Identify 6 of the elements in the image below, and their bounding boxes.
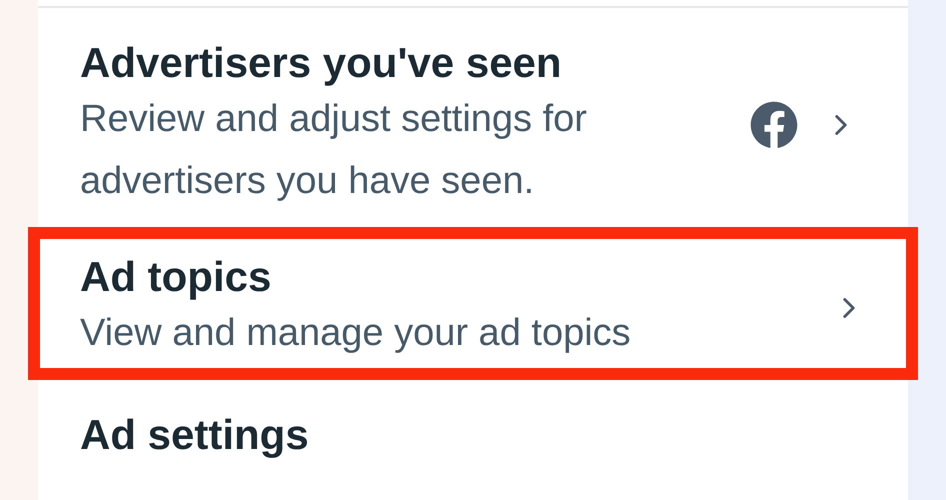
settings-row[interactable]: Ad topics View and manage your ad topics: [28, 227, 918, 380]
row-title: Ad settings: [80, 410, 310, 460]
row-description: View and manage your ad topics: [80, 311, 632, 356]
row-description: Review and adjust settings for advertisers you have seen.: [80, 97, 588, 204]
row-title: Ad topics: [80, 252, 272, 302]
row-title: Advertisers you've seen: [80, 38, 563, 88]
